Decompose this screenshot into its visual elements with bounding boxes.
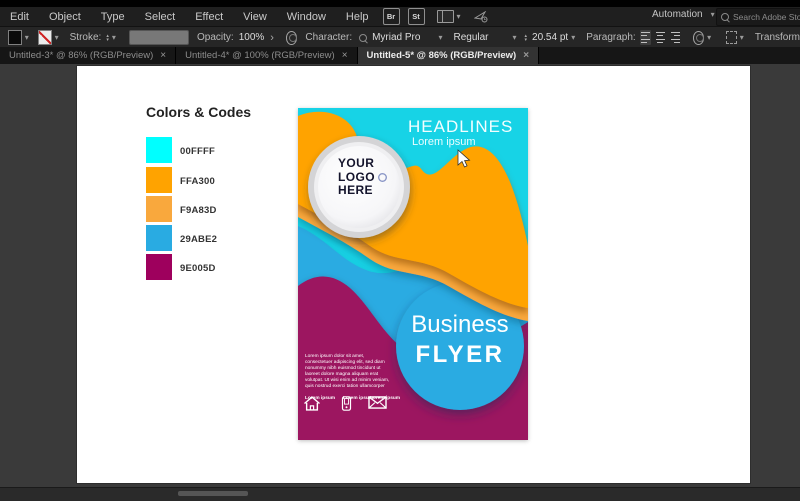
automation-dropdown[interactable]: Automation ▾ (652, 9, 718, 20)
opacity-value[interactable]: 100% (239, 32, 265, 43)
paragraph-label[interactable]: Paragraph: (586, 32, 635, 43)
palette-title: Colors & Codes (146, 104, 251, 120)
flyer-artwork: HEADLINES Lorem ipsum YOUR LOGO HERE Bus… (298, 108, 528, 440)
font-search-icon[interactable] (359, 34, 367, 42)
menu-select[interactable]: Select (135, 11, 186, 23)
align-left-button[interactable] (640, 30, 651, 45)
tab-untitled-3[interactable]: Untitled-3* @ 86% (RGB/Preview) × (0, 47, 176, 64)
graphic-styles-icon[interactable] (693, 31, 704, 45)
color-code-label: 00FFFF (180, 146, 215, 157)
workspace-switcher-icon[interactable] (437, 10, 454, 23)
menu-effect[interactable]: Effect (185, 11, 233, 23)
color-code-label: 9E005D (180, 263, 216, 274)
menu-object[interactable]: Object (39, 11, 91, 23)
align-center-button[interactable] (655, 30, 666, 45)
font-name-field[interactable]: Myriad Pro (372, 32, 420, 43)
stroke-color-swatch[interactable] (38, 30, 52, 45)
stock-icon[interactable]: St (408, 8, 425, 25)
flyer-title-flyer: FLYER (396, 341, 524, 369)
search-placeholder: Search Adobe Stock (733, 12, 800, 22)
close-icon[interactable]: × (160, 50, 166, 61)
flyer-headline: HEADLINES (408, 117, 528, 137)
color-swatch-9E005D (146, 254, 172, 280)
tab-untitled-5[interactable]: Untitled-5* @ 86% (RGB/Preview) × (358, 47, 540, 64)
chevron-down-icon[interactable]: ▾ (55, 33, 59, 42)
mail-icon (368, 396, 387, 409)
tab-label: Untitled-4* @ 100% (RGB/Preview) (185, 50, 335, 61)
menu-view[interactable]: View (233, 11, 277, 23)
align-right-button[interactable] (670, 30, 681, 45)
character-label[interactable]: Character: (305, 32, 352, 43)
flyer-subheadline: Lorem ipsum (412, 136, 476, 148)
flyer-logo-text: YOUR LOGO HERE (338, 157, 375, 198)
title-bar (0, 0, 800, 7)
share-icon[interactable] (474, 11, 488, 23)
flyer-title-business: Business (396, 311, 524, 339)
menu-window[interactable]: Window (277, 11, 336, 23)
chevron-down-icon[interactable]: ▾ (438, 33, 442, 42)
contact-home: Lorem ipsum (303, 396, 337, 401)
close-icon[interactable]: × (342, 50, 348, 61)
phone-icon (341, 396, 352, 411)
chevron-down-icon[interactable]: ▾ (457, 12, 461, 21)
contact-mail: Lorem ipsum (368, 396, 402, 401)
tab-label: Untitled-5* @ 86% (RGB/Preview) (367, 50, 517, 61)
stroke-label[interactable]: Stroke: (70, 32, 102, 43)
chevron-down-icon[interactable]: ▾ (571, 33, 575, 42)
color-swatch-FFA300 (146, 167, 172, 193)
chevron-right-icon[interactable]: › (270, 32, 274, 44)
control-bar: ▾ ▾ Stroke: ▴▾ ▾ Opacity: 100% › Charact… (0, 26, 800, 49)
fill-color-swatch[interactable] (8, 30, 22, 45)
variable-width-profile-field[interactable] (129, 30, 189, 45)
chevron-down-icon[interactable]: ▾ (707, 33, 711, 42)
font-size-stepper[interactable]: ▴▾ (525, 34, 528, 42)
color-swatch-F9A83D (146, 196, 172, 222)
menu-help[interactable]: Help (336, 11, 379, 23)
automation-label: Automation (652, 9, 703, 20)
color-code-label: 29ABE2 (180, 234, 217, 245)
close-icon[interactable]: × (523, 50, 529, 61)
color-code-label: F9A83D (180, 205, 217, 216)
flyer-body-text: Lorem ipsum dolor sit amet, consectetuer… (305, 354, 392, 389)
status-bar (0, 487, 800, 501)
tab-untitled-4[interactable]: Untitled-4* @ 100% (RGB/Preview) × (176, 47, 357, 64)
color-code-label: FFA300 (180, 176, 215, 187)
font-size-value[interactable]: 20.54 pt (532, 32, 568, 43)
horizontal-scrollbar-thumb[interactable] (178, 491, 248, 496)
transform-link[interactable]: Transform (755, 32, 800, 43)
bounding-box-icon[interactable] (726, 31, 737, 44)
adobe-stock-search[interactable]: Search Adobe Stock (716, 8, 800, 26)
menu-type[interactable]: Type (91, 11, 135, 23)
chevron-down-icon[interactable]: ▾ (740, 33, 744, 42)
flyer-waves-graphic (298, 108, 528, 440)
document-tab-bar: Untitled-3* @ 86% (RGB/Preview) × Untitl… (0, 47, 800, 64)
chevron-down-icon[interactable]: ▾ (112, 33, 116, 42)
menu-edit[interactable]: Edit (0, 11, 39, 23)
search-icon (721, 13, 729, 21)
chevron-down-icon[interactable]: ▾ (25, 33, 29, 42)
style-icon[interactable] (286, 31, 297, 45)
color-swatch-00FFFF (146, 137, 172, 163)
illustrator-window: Edit Object Type Select Effect View Wind… (0, 0, 800, 500)
chevron-down-icon[interactable]: ▾ (513, 33, 517, 42)
bridge-icon[interactable]: Br (383, 8, 400, 25)
tab-label: Untitled-3* @ 86% (RGB/Preview) (9, 50, 153, 61)
home-icon (303, 396, 321, 411)
color-swatch-29ABE2 (146, 225, 172, 251)
chevron-down-icon: ▾ (711, 10, 715, 19)
font-style-field[interactable]: Regular (453, 32, 488, 43)
opacity-label[interactable]: Opacity: (197, 32, 234, 43)
stroke-weight-stepper[interactable]: ▴▾ (106, 34, 109, 42)
